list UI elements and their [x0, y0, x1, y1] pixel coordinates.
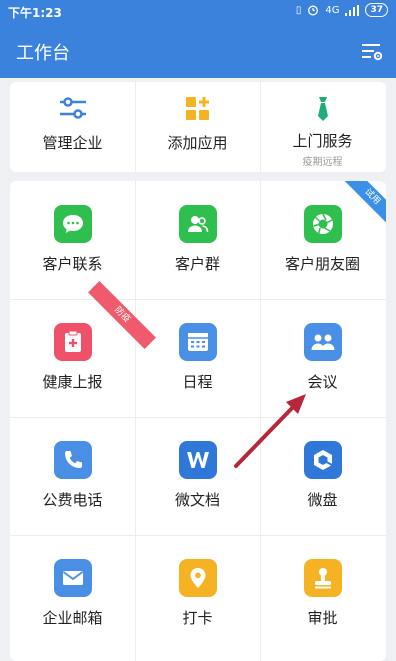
- chat-bubble-icon: [53, 205, 92, 243]
- onsite-service-button[interactable]: 上门服务 疫期远程: [260, 96, 385, 168]
- app-label: 会议: [307, 373, 338, 391]
- app-business-phone[interactable]: 公费电话: [10, 441, 135, 510]
- onsite-service-label: 上门服务: [292, 132, 353, 150]
- signal-icon: [345, 4, 360, 16]
- alarm-icon: [308, 5, 319, 16]
- add-app-button[interactable]: 添加应用: [135, 96, 260, 153]
- app-company-mail[interactable]: 企业邮箱: [10, 559, 135, 628]
- app-health-report[interactable]: 健康上报: [10, 323, 135, 392]
- mail-icon: [53, 559, 92, 597]
- manage-company-button[interactable]: 管理企业: [10, 96, 135, 153]
- app-check-in[interactable]: 打卡: [135, 559, 260, 628]
- divider: [10, 535, 386, 536]
- divider: [10, 299, 386, 300]
- divider: [10, 417, 386, 418]
- quick-actions-card: 管理企业 添加应用 上门服务 疫期远程: [10, 82, 386, 172]
- app-label: 公费电话: [42, 491, 103, 509]
- vibrate-icon: ▯: [295, 4, 302, 16]
- app-meeting[interactable]: 会议: [260, 323, 385, 392]
- app-label: 客户朋友圈: [284, 255, 360, 273]
- app-grid-card: 客户联系 客户群 客户朋友圈 健康上报 日程 会议 公费电话 微文档 微盘 企业…: [10, 181, 386, 661]
- app-label: 健康上报: [42, 373, 103, 391]
- app-micro-drive[interactable]: 微盘: [260, 441, 385, 510]
- app-bar: 工作台: [0, 24, 396, 78]
- drive-icon: [303, 441, 342, 479]
- app-approval[interactable]: 审批: [260, 559, 385, 628]
- doc-w-icon: [178, 441, 217, 479]
- app-customer-group[interactable]: 客户群: [135, 205, 260, 274]
- app-label: 微盘: [307, 491, 338, 509]
- add-app-label: 添加应用: [167, 134, 228, 152]
- app-customer-contact[interactable]: 客户联系: [10, 205, 135, 274]
- app-label: 审批: [307, 609, 338, 627]
- app-label: 企业邮箱: [42, 609, 103, 627]
- add-apps-icon: [185, 97, 209, 120]
- status-bar: 下午1:23 ▯ 4G 37: [0, 0, 396, 24]
- sliders-icon: [59, 97, 86, 119]
- app-customer-moments[interactable]: 客户朋友圈: [260, 205, 385, 274]
- aperture-icon: [303, 205, 342, 243]
- calendar-icon: [178, 323, 217, 361]
- meeting-icon: [303, 323, 342, 361]
- app-micro-doc[interactable]: 微文档: [135, 441, 260, 510]
- onsite-service-subtitle: 疫期远程: [302, 157, 343, 168]
- necktie-icon: [317, 97, 328, 121]
- phone-icon: [53, 441, 92, 479]
- group-icon: [178, 205, 217, 243]
- app-label: 客户群: [174, 255, 220, 273]
- app-schedule[interactable]: 日程: [135, 323, 260, 392]
- health-clipboard-icon: [53, 323, 92, 361]
- status-icons: ▯ 4G 37: [296, 3, 388, 17]
- location-pin-icon: [178, 559, 217, 597]
- app-label: 打卡: [182, 609, 213, 627]
- manage-company-label: 管理企业: [42, 134, 103, 152]
- page-title: 工作台: [16, 43, 70, 64]
- status-time: 下午1:23: [8, 6, 62, 20]
- stamp-icon: [303, 559, 342, 597]
- network-label: 4G: [325, 4, 340, 16]
- battery-indicator: 37: [365, 3, 388, 17]
- app-label: 日程: [182, 373, 213, 391]
- app-label: 客户联系: [42, 255, 103, 273]
- app-label: 微文档: [174, 491, 220, 509]
- manage-settings-icon[interactable]: [360, 40, 384, 64]
